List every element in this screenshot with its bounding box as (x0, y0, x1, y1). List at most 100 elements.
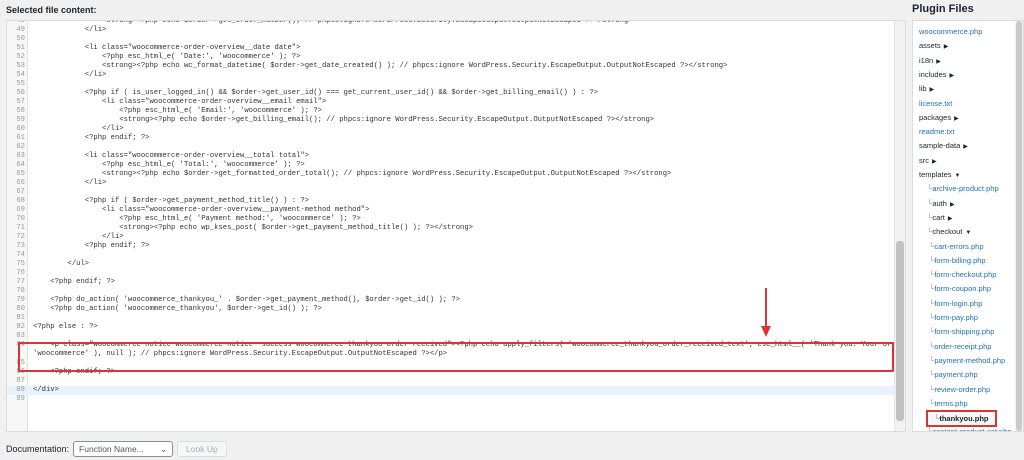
code-line[interactable]: 62 (7, 143, 895, 152)
folder-item[interactable]: src ▶ (919, 156, 937, 165)
file-item[interactable]: └review-order.php (929, 385, 990, 394)
code-text[interactable]: <li class="woocommerce-order-overview__e… (33, 98, 326, 106)
code-line[interactable]: 65 <strong><?php echo $order->get_format… (7, 170, 895, 179)
code-line[interactable]: 73 <?php endif; ?> (7, 242, 895, 251)
look-up-button[interactable]: Look Up (177, 441, 227, 457)
code-text[interactable]: <li class="woocommerce-order-overview__d… (33, 44, 301, 52)
code-text[interactable]: <li class="woocommerce-order-overview__t… (33, 152, 309, 160)
code-line[interactable]: 53 <strong><?php echo wc_format_datetime… (7, 62, 895, 71)
code-line[interactable]: 54 </li> (7, 71, 895, 80)
code-line[interactable]: 58 <?php esc_html_e( 'Email:', 'woocomme… (7, 107, 895, 116)
code-line[interactable]: 68 <?php if ( $order->get_payment_method… (7, 197, 895, 206)
folder-item[interactable]: └cart ▶ (927, 213, 952, 222)
editor-scrollbar-thumb[interactable] (896, 241, 904, 421)
file-item[interactable]: └order-receipt.php (929, 342, 991, 351)
code-line[interactable]: 52 <?php esc_html_e( 'Date:', 'woocommer… (7, 53, 895, 62)
code-text[interactable]: </div> (33, 386, 59, 394)
code-line[interactable]: 55 (7, 80, 895, 89)
code-text[interactable]: <strong><?php echo wc_format_datetime( $… (33, 62, 727, 70)
code-text[interactable]: <?php endif; ?> (33, 134, 150, 142)
file-item[interactable]: └form-billing.php (929, 256, 986, 265)
file-item[interactable]: └thankyou.php (926, 410, 997, 428)
code-line[interactable]: 87 (7, 377, 895, 386)
file-label: payment.php (934, 370, 978, 380)
code-text[interactable]: </li> (33, 179, 107, 187)
folder-item[interactable]: includes ▶ (919, 70, 954, 79)
code-text[interactable]: <?php esc_html_e( 'Email:', 'woocommerce… (33, 107, 322, 115)
code-text[interactable]: <?php do_action( 'woocommerce_thankyou_'… (33, 296, 460, 304)
file-item[interactable]: └content-product-cat.php (927, 427, 1012, 431)
file-item[interactable]: license.txt (919, 99, 952, 108)
code-line[interactable]: 49 </li> (7, 26, 895, 35)
code-text[interactable]: </li> (33, 233, 124, 241)
code-line[interactable]: 67 (7, 188, 895, 197)
folder-item[interactable]: lib ▶ (919, 84, 934, 93)
folder-item[interactable]: └checkout ▼ (927, 227, 971, 236)
code-text[interactable]: </li> (33, 71, 107, 79)
code-line[interactable]: 57 <li class="woocommerce-order-overview… (7, 98, 895, 107)
folder-item[interactable]: assets ▶ (919, 41, 948, 50)
code-line[interactable]: 56 <?php if ( is_user_logged_in() && $or… (7, 89, 895, 98)
code-line[interactable]: 70 <?php esc_html_e( 'Payment method:', … (7, 215, 895, 224)
code-text[interactable]: <strong><?php echo wp_kses_post( $order-… (33, 224, 473, 232)
code-text[interactable]: </li> (33, 26, 107, 34)
file-list-scrollbar[interactable] (1015, 21, 1023, 431)
file-item[interactable]: └terms.php (929, 399, 968, 408)
code-text[interactable]: <?php if ( $order->get_payment_method_ti… (33, 197, 309, 205)
file-item[interactable]: └form-login.php (929, 299, 982, 308)
file-item[interactable]: readme.txt (919, 127, 954, 136)
file-item[interactable]: woocommerce.php (919, 27, 982, 36)
code-line[interactable]: 88 </div> (7, 386, 895, 395)
code-line[interactable]: 64 <?php esc_html_e( 'Total:', 'woocomme… (7, 161, 895, 170)
file-item[interactable]: └form-coupon.php (929, 284, 991, 293)
code-text[interactable]: <?php esc_html_e( 'Payment method:', 'wo… (33, 215, 361, 223)
folder-item[interactable]: └auth ▶ (927, 199, 955, 208)
file-item[interactable]: └form-pay.php (929, 313, 978, 322)
file-item[interactable]: └cart-errors.php (929, 242, 984, 251)
caret-right-icon: ▶ (954, 115, 959, 122)
editor-scrollbar[interactable] (894, 21, 905, 431)
code-text[interactable]: </ul> (33, 260, 90, 268)
file-item[interactable]: └form-shipping.php (929, 327, 994, 336)
function-name-select[interactable]: Function Name... ⌄ (73, 441, 174, 457)
code-text[interactable]: <?php endif; ?> (33, 242, 150, 250)
line-number: 59 (16, 116, 25, 124)
code-line[interactable]: 59 <strong><?php echo $order->get_billin… (7, 116, 895, 125)
folder-item[interactable]: packages ▶ (919, 113, 959, 122)
code-text[interactable]: <?php do_action( 'woocommerce_thankyou',… (33, 305, 322, 313)
file-item[interactable]: └archive-product.php (927, 184, 999, 193)
folder-item[interactable]: templates ▼ (919, 170, 960, 179)
code-text[interactable]: <?php esc_html_e( 'Date:', 'woocommerce'… (33, 53, 300, 61)
code-line[interactable]: 50 (7, 35, 895, 44)
folder-item[interactable]: sample-data ▶ (919, 141, 968, 150)
code-text[interactable]: <li class="woocommerce-order-overview__p… (33, 206, 369, 214)
code-text[interactable]: <?php endif; ?> (33, 278, 115, 286)
highlight-annotation-box (18, 342, 894, 372)
code-line[interactable]: 74 (7, 251, 895, 260)
code-line[interactable]: 61 <?php endif; ?> (7, 134, 895, 143)
file-item[interactable]: └payment-method.php (929, 356, 1005, 365)
file-item[interactable]: └payment.php (929, 370, 978, 379)
code-text[interactable]: <?php esc_html_e( 'Total:', 'woocommerce… (33, 161, 305, 169)
code-line[interactable]: 75 </ul> (7, 260, 895, 269)
code-line[interactable]: 63 <li class="woocommerce-order-overview… (7, 152, 895, 161)
code-line[interactable]: 66 </li> (7, 179, 895, 188)
folder-item[interactable]: i18n ▶ (919, 56, 941, 65)
code-text[interactable]: <?php if ( is_user_logged_in() && $order… (33, 89, 598, 97)
code-line[interactable]: 72 </li> (7, 233, 895, 242)
code-line[interactable]: 60 </li> (7, 125, 895, 134)
code-text[interactable]: </li> (33, 125, 124, 133)
file-list-scrollbar-thumb[interactable] (1016, 21, 1022, 431)
file-item[interactable]: └form-checkout.php (929, 270, 996, 279)
code-text[interactable]: <strong><?php echo $order->get_order_num… (33, 21, 633, 25)
code-text[interactable]: <strong><?php echo $order->get_formatted… (33, 170, 671, 178)
plugin-file-list[interactable]: woocommerce.php assets ▶ i18n ▶ includes ▶ lib ▶… (912, 20, 1024, 432)
code-line[interactable]: 71 <strong><?php echo wp_kses_post( $ord… (7, 224, 895, 233)
code-line[interactable]: 76 (7, 269, 895, 278)
code-line[interactable]: 51 <li class="woocommerce-order-overview… (7, 44, 895, 53)
code-text[interactable]: <strong><?php echo $order->get_billing_e… (33, 116, 654, 124)
code-line[interactable]: 69 <li class="woocommerce-order-overview… (7, 206, 895, 215)
code-text[interactable]: <?php else : ?> (33, 323, 98, 331)
code-line[interactable]: 89 (7, 395, 895, 404)
code-line[interactable]: 77 <?php endif; ?> (7, 278, 895, 287)
